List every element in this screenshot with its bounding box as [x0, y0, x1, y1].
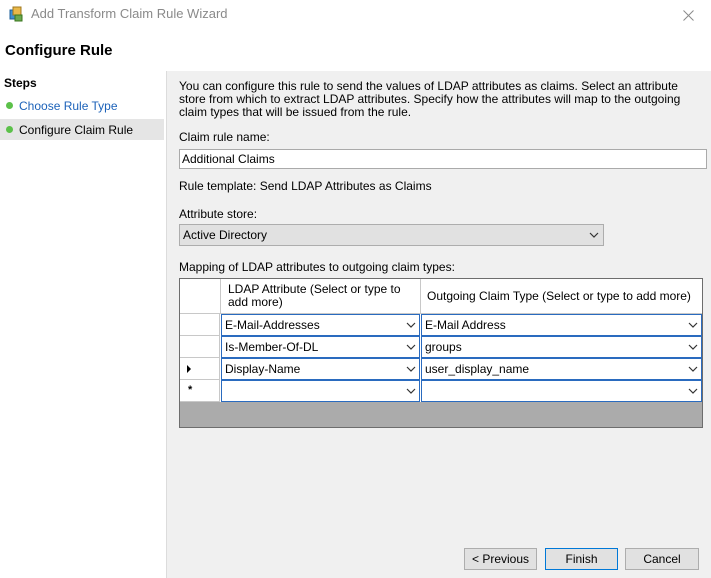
page-title: Configure Rule: [5, 42, 113, 59]
claim-type-cell[interactable]: E-Mail Address: [421, 314, 702, 336]
window-titlebar: Add Transform Claim Rule Wizard: [0, 0, 711, 30]
new-row-asterisk-icon: *: [188, 384, 193, 396]
ldap-attribute-value: Display-Name: [225, 362, 301, 376]
description-text: You can configure this rule to send the …: [179, 79, 681, 119]
wizard-app-icon: [9, 6, 23, 22]
row-header[interactable]: [180, 336, 220, 358]
row-header[interactable]: [180, 314, 220, 336]
table-row: Display-Name user_display_name: [180, 358, 702, 380]
chevron-down-icon[interactable]: [406, 318, 416, 332]
ldap-attribute-header-text: LDAP Attribute (Select or type to add mo…: [228, 282, 401, 309]
page-header: Configure Rule: [0, 30, 711, 70]
claim-type-value: E-Mail Address: [425, 318, 506, 332]
sidebar-item-label: Choose Rule Type: [19, 99, 118, 113]
claim-type-value: user_display_name: [425, 362, 530, 376]
claim-type-cell[interactable]: groups: [421, 336, 702, 358]
claim-rule-name-input[interactable]: Additional Claims: [179, 149, 707, 169]
claim-rule-name-label: Claim rule name:: [179, 130, 270, 144]
chevron-down-icon[interactable]: [688, 318, 698, 332]
sidebar-item-label: Configure Claim Rule: [19, 123, 134, 137]
table-row: Is-Member-Of-DL groups: [180, 336, 702, 358]
close-icon: [682, 9, 694, 21]
grid-header: LDAP Attribute (Select or type to add mo…: [180, 279, 702, 314]
chevron-down-icon[interactable]: [406, 362, 416, 376]
cancel-button[interactable]: Cancel: [625, 548, 699, 570]
attribute-store-value: Active Directory: [183, 228, 268, 242]
rule-template-text: Rule template: Send LDAP Attributes as C…: [179, 179, 432, 193]
claim-type-cell[interactable]: user_display_name: [421, 358, 702, 380]
close-button[interactable]: [665, 0, 711, 30]
finish-button[interactable]: Finish: [545, 548, 618, 570]
mapping-grid[interactable]: LDAP Attribute (Select or type to add mo…: [179, 278, 703, 428]
mapping-label: Mapping of LDAP attributes to outgoing c…: [179, 260, 455, 274]
chevron-down-icon[interactable]: [688, 384, 698, 398]
table-row-new: *: [180, 380, 702, 402]
sidebar-item-choose-rule-type[interactable]: Choose Rule Type: [0, 95, 164, 116]
status-dot-icon: [6, 126, 13, 133]
steps-sidebar: Steps Choose Rule Type Configure Claim R…: [0, 71, 167, 578]
claim-type-value: groups: [425, 340, 462, 354]
ldap-attribute-cell[interactable]: E-Mail-Addresses: [221, 314, 420, 336]
ldap-attribute-value: Is-Member-Of-DL: [225, 340, 319, 354]
previous-button[interactable]: < Previous: [464, 548, 537, 570]
current-row-arrow-icon: [187, 365, 191, 373]
row-header[interactable]: *: [180, 380, 220, 402]
ldap-attribute-cell[interactable]: [221, 380, 420, 402]
outgoing-claim-header-text: Outgoing Claim Type (Select or type to a…: [427, 289, 691, 303]
ldap-attribute-cell[interactable]: Display-Name: [221, 358, 420, 380]
status-dot-icon: [6, 102, 13, 109]
chevron-down-icon[interactable]: [688, 362, 698, 376]
chevron-down-icon[interactable]: [406, 340, 416, 354]
sidebar-item-configure-claim-rule[interactable]: Configure Claim Rule: [0, 119, 164, 140]
ldap-attribute-cell[interactable]: Is-Member-Of-DL: [221, 336, 420, 358]
grid-corner: [180, 279, 221, 313]
window-title: Add Transform Claim Rule Wizard: [31, 6, 228, 21]
chevron-down-icon: [589, 232, 599, 238]
main-panel: You can configure this rule to send the …: [167, 71, 711, 578]
claim-type-cell[interactable]: [421, 380, 702, 402]
ldap-attribute-column-header[interactable]: LDAP Attribute (Select or type to add mo…: [221, 279, 421, 313]
ldap-attribute-value: E-Mail-Addresses: [225, 318, 320, 332]
row-header[interactable]: [180, 358, 220, 380]
steps-heading: Steps: [4, 76, 37, 90]
chevron-down-icon[interactable]: [406, 384, 416, 398]
attribute-store-label: Attribute store:: [179, 207, 258, 221]
attribute-store-select[interactable]: Active Directory: [179, 224, 604, 246]
chevron-down-icon[interactable]: [688, 340, 698, 354]
outgoing-claim-type-column-header[interactable]: Outgoing Claim Type (Select or type to a…: [421, 279, 702, 313]
table-row: E-Mail-Addresses E-Mail Address: [180, 314, 702, 336]
